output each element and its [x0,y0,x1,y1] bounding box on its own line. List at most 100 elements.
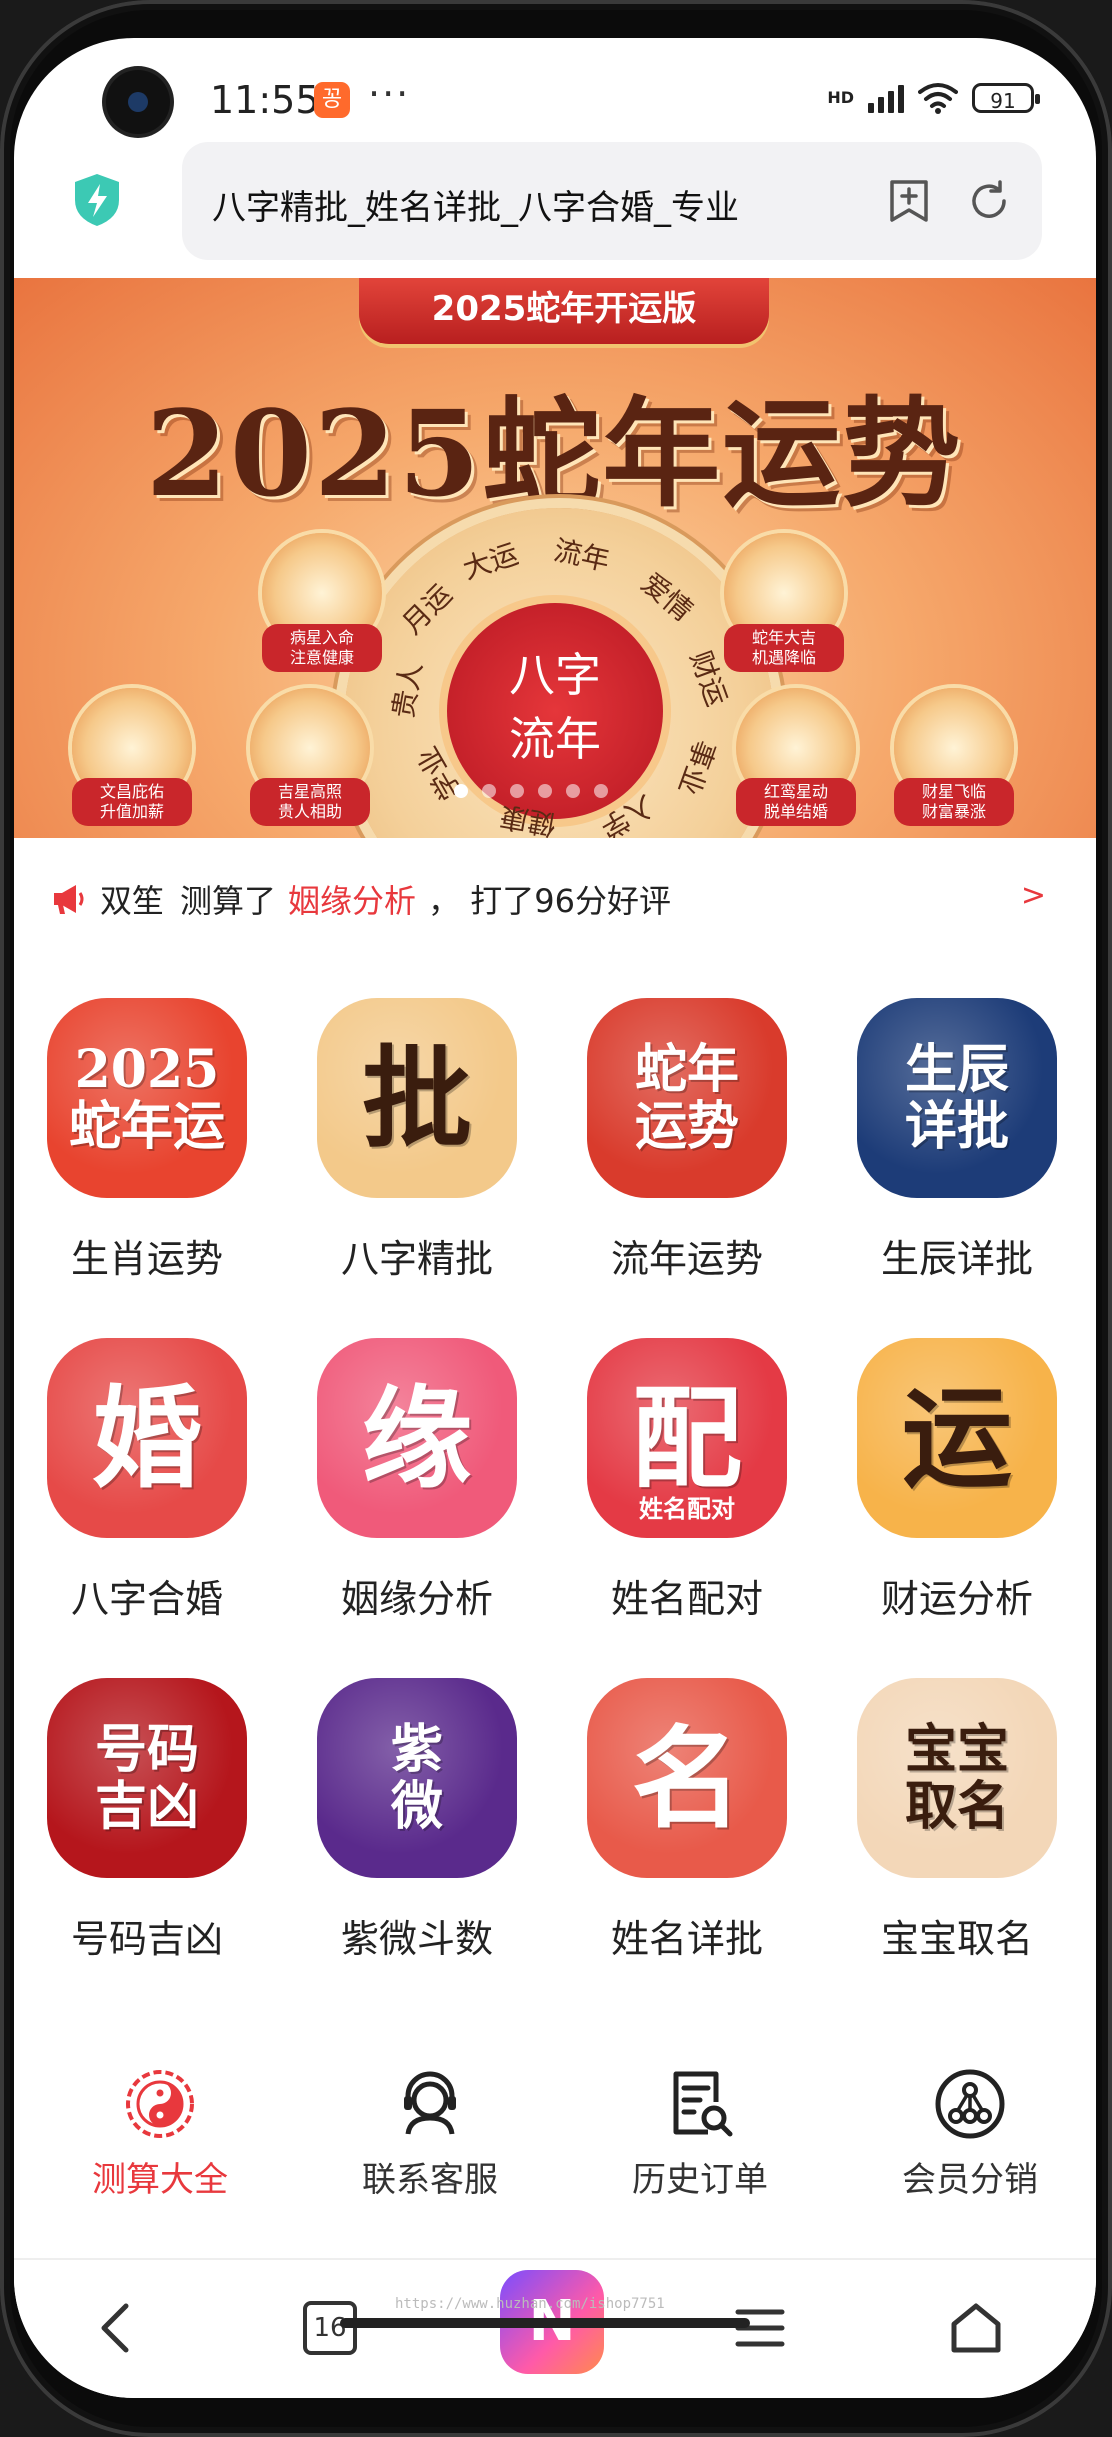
service-icon[interactable]: 婚 [47,1338,247,1538]
service-label: 财运分析 [880,1577,1033,1621]
app-bottom-nav: 测算大全 联系客服 历史订单 会员分销 [14,2048,1096,2260]
service-label: 生肖运势 [70,1237,223,1281]
screen: 11:55 꽁 ··· HD 91 八字精批_姓名详批_八字合婚_专业 2025… [14,38,1096,2398]
service-glyph: 号码 吉凶 [94,1718,199,1837]
service-glyph: 蛇年 运势 [634,1038,739,1157]
banner-badge-label: 财星飞临 财富暴涨 [894,778,1014,826]
service-glyph: 名 [632,1713,742,1843]
address-bar[interactable]: 八字精批_姓名详批_八字合婚_专业 [182,142,1042,260]
service-glyph: 生辰 详批 [904,1038,1009,1157]
banner-badge-label: 红鸾星动 脱单结婚 [736,778,856,826]
nav-item-orders[interactable]: 历史订单 [600,2068,800,2201]
promo-banner[interactable]: 2025蛇年开运版 2025蛇年运势 八字 流年 大运 流年 爱情 财运 事业 … [14,278,1096,838]
service-icon[interactable]: 缘 [317,1338,517,1538]
signal-icon [868,83,904,113]
browser-toolbar: 16 N [14,2260,1096,2398]
service-label: 流年运势 [610,1237,763,1281]
pager-dot[interactable] [482,784,496,798]
service-icon[interactable]: 号码 吉凶 [47,1678,247,1878]
yin-yang-icon [126,2070,194,2138]
service-glyph: 运 [902,1373,1012,1503]
status-indicators: HD 91 [827,82,1040,114]
service-label: 八字精批 [340,1237,493,1281]
service-icon[interactable]: 蛇年 运势 [587,998,787,1198]
hd-indicator: HD [827,88,854,107]
banner-badge-label: 病星入命 注意健康 [262,624,382,672]
watermark: https://www.huzhan.com/ishop7751 [395,2296,665,2312]
tabs-button[interactable]: 16 [290,2288,370,2368]
service-label: 姓名配对 [610,1577,763,1621]
service-glyph: 紫 微 [390,1718,443,1837]
url-text[interactable]: 八字精批_姓名详批_八字合婚_专业 [212,180,822,229]
menu-icon[interactable] [720,2288,800,2368]
service-glyph: 缘 [362,1373,472,1503]
refresh-icon[interactable] [966,178,1012,224]
tabs-count: 16 [303,2301,357,2355]
nav-item-calculate[interactable]: 测算大全 [60,2068,260,2201]
more-notifications-indicator: ··· [368,72,411,116]
status-time: 11:55 [210,78,320,122]
notice-arrow-icon[interactable]: > [1021,878,1046,913]
add-bookmark-icon[interactable] [886,178,932,224]
service-label: 号码吉凶 [70,1917,223,1961]
service-glyph: 婚 [92,1373,202,1503]
pager-dot[interactable] [510,784,524,798]
wheel-center-top: 八字 [509,648,601,702]
service-glyph: 批 [362,1033,472,1163]
service-label: 紫微斗数 [340,1917,493,1961]
service-glyph: 配 [632,1373,742,1503]
pager-dot[interactable] [538,784,552,798]
service-icon[interactable]: 配姓名配对 [587,1338,787,1538]
activity-notice[interactable]: 双笙 测算了 姻缘分析 ， 打了96分好评 > [50,874,1060,924]
service-icon[interactable]: 紫 微 [317,1678,517,1878]
notice-action: 测算了 [180,882,277,920]
banner-badge-label: 蛇年大吉 机遇降临 [724,624,844,672]
nav-label: 历史订单 [632,2160,768,2200]
home-indicator[interactable] [340,2318,750,2328]
order-search-icon [673,2071,733,2137]
banner-pager[interactable] [454,784,608,798]
nav-label: 联系客服 [362,2160,498,2200]
service-label: 姓名详批 [610,1917,763,1961]
wheel-center-bottom: 流年 [509,712,601,766]
service-icon[interactable]: 生辰 详批 [857,998,1057,1198]
service-glyph: 宝宝 取名 [904,1718,1009,1837]
home-icon[interactable] [936,2288,1016,2368]
banner-ribbon: 2025蛇年开运版 [359,278,769,344]
wifi-icon [918,82,958,114]
app-notification-icon: 꽁 [314,82,350,118]
back-icon[interactable] [76,2288,156,2368]
status-bar: 11:55 꽁 ··· HD 91 [14,38,1096,138]
megaphone-icon [54,885,84,914]
banner-title: 2025蛇年运势 [145,384,963,523]
service-icon[interactable]: 运 [857,1338,1057,1538]
phone-frame: 11:55 꽁 ··· HD 91 八字精批_姓名详批_八字合婚_专业 2025… [0,0,1112,2437]
service-label: 姻缘分析 [340,1577,493,1621]
front-camera [106,70,170,134]
security-shield-icon[interactable] [72,172,122,228]
service-sublabel: 姓名配对 [639,1495,735,1523]
notice-user: 双笙 [100,882,165,920]
nav-label: 会员分销 [902,2160,1038,2200]
banner-badge-label: 文昌庇佑 升值加薪 [72,778,192,826]
service-label: 生辰详批 [880,1237,1033,1281]
nav-item-distribution[interactable]: 会员分销 [870,2068,1070,2201]
nav-item-support[interactable]: 联系客服 [330,2068,530,2201]
notice-item[interactable]: 姻缘分析 [288,876,416,922]
banner-badge-label: 吉星高照 贵人相助 [250,778,370,826]
headset-icon [404,2071,456,2135]
service-icon[interactable]: 批 [317,998,517,1198]
notice-result: ， 打了96分好评 [428,882,671,920]
service-icon[interactable]: 2025 蛇年运 [47,998,247,1198]
pager-dot[interactable] [454,784,468,798]
service-icon[interactable]: 名 [587,1678,787,1878]
service-label: 宝宝取名 [880,1917,1033,1961]
service-label: 八字合婚 [70,1577,223,1621]
service-icon[interactable]: 宝宝 取名 [857,1678,1057,1878]
battery-icon: 91 [972,83,1040,113]
service-glyph: 2025 蛇年运 [68,1038,225,1157]
pager-dot[interactable] [566,784,580,798]
share-network-icon [935,2069,1005,2139]
pager-dot[interactable] [594,784,608,798]
nav-label: 测算大全 [92,2160,228,2200]
